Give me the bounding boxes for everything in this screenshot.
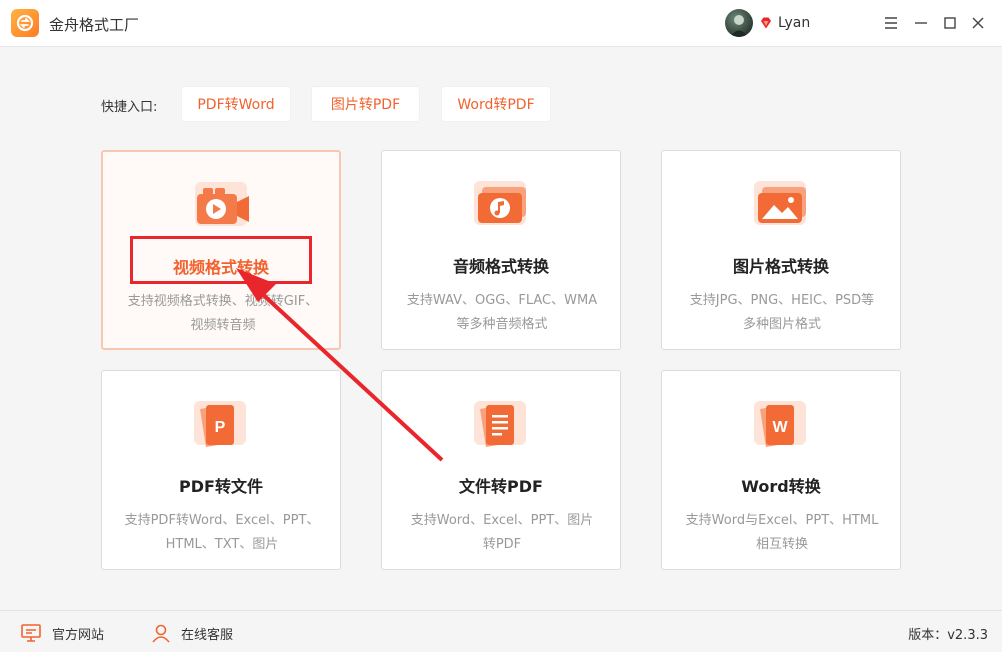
image-convert-card[interactable]: 图片格式转换 支持JPG、PNG、HEIC、PSD等 多种图片格式 (661, 150, 901, 350)
video-convert-card[interactable]: 视频格式转换 支持视频格式转换、视频转GIF、 视频转音频 (101, 150, 341, 350)
close-icon[interactable] (967, 12, 989, 34)
online-support-link[interactable]: 在线客服 (151, 623, 233, 643)
quick-word-to-pdf-button[interactable]: Word转PDF (441, 86, 551, 122)
card-description: 支持PDF转Word、Excel、PPT、 HTML、TXT、图片 (124, 513, 320, 552)
menu-icon[interactable] (880, 12, 902, 34)
card-description: 支持视频格式转换、视频转GIF、 视频转音频 (127, 294, 319, 333)
customer-service-icon (152, 624, 170, 643)
quick-pdf-to-word-button[interactable]: PDF转Word (181, 86, 291, 122)
card-title: Word转换 (741, 477, 821, 496)
svg-text:W: W (772, 419, 788, 436)
quick-image-to-pdf-button[interactable]: 图片转PDF (311, 86, 420, 122)
card-description: 支持Word与Excel、PPT、HTML 相互转换 (685, 513, 879, 552)
video-icon (191, 176, 255, 236)
monitor-icon (21, 624, 41, 642)
vip-diamond-icon (761, 17, 771, 29)
card-title: PDF转文件 (179, 477, 263, 496)
audio-convert-card[interactable]: 音频格式转换 支持WAV、OGG、FLAC、WMA 等多种音频格式 (381, 150, 621, 350)
pdf-to-file-card[interactable]: P PDF转文件 支持PDF转Word、Excel、PPT、 HTML、TXT、… (101, 370, 341, 570)
minimize-icon[interactable] (910, 12, 932, 34)
card-title: 文件转PDF (459, 477, 543, 496)
card-description: 支持Word、Excel、PPT、图片 转PDF (410, 513, 594, 552)
footer: 官方网站 在线客服 版本：v2.3.3 (0, 610, 1002, 652)
website-link[interactable]: 官方网站 (20, 623, 104, 643)
file-to-pdf-card[interactable]: 文件转PDF 支持Word、Excel、PPT、图片 转PDF (381, 370, 621, 570)
word-convert-card[interactable]: W Word转换 支持Word与Excel、PPT、HTML 相互转换 (661, 370, 901, 570)
card-description: 支持WAV、OGG、FLAC、WMA 等多种音频格式 (406, 293, 598, 332)
card-title: 视频格式转换 (172, 258, 269, 277)
app-title: 金舟格式工厂 (49, 16, 140, 34)
image-icon (750, 175, 814, 235)
title-bar: 金舟格式工厂 Lyan (0, 0, 1002, 47)
app-logo-icon (11, 9, 39, 37)
svg-text:P: P (215, 419, 226, 436)
avatar[interactable] (725, 9, 753, 37)
version-label: 版本：v2.3.3 (908, 628, 988, 643)
card-title: 音频格式转换 (452, 257, 549, 276)
card-description: 支持JPG、PNG、HEIC、PSD等 多种图片格式 (689, 293, 875, 332)
quick-entry-label: 快捷入口: (101, 100, 158, 115)
music-icon (470, 175, 534, 235)
word-icon: W (750, 395, 814, 455)
maximize-icon[interactable] (939, 12, 961, 34)
card-title: 图片格式转换 (732, 257, 829, 276)
pdf-icon: P (190, 395, 254, 455)
document-icon (470, 395, 534, 455)
user-name[interactable]: Lyan (778, 15, 810, 31)
